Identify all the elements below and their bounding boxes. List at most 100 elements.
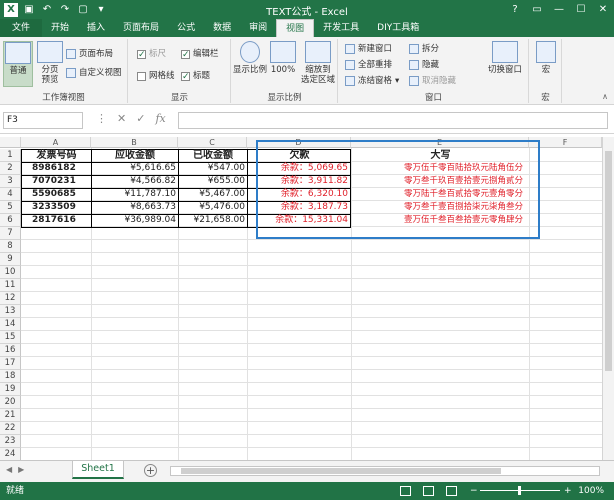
row-header[interactable]: 11 bbox=[0, 279, 21, 292]
select-all-corner[interactable] bbox=[0, 137, 21, 148]
hide-button[interactable]: 隐藏 bbox=[409, 58, 439, 72]
row-header[interactable]: 9 bbox=[0, 253, 21, 266]
ruler-checkbox[interactable]: 标尺 bbox=[137, 47, 166, 62]
switch-windows-button[interactable]: 切换窗口 bbox=[483, 41, 527, 75]
column-header-c[interactable]: C bbox=[178, 137, 247, 148]
page-layout-view-icon[interactable] bbox=[423, 486, 434, 496]
zoom-in-button[interactable]: + bbox=[564, 482, 572, 500]
normal-view-button[interactable]: 普通 bbox=[3, 41, 33, 87]
cell-invoice-no[interactable]: 3233509 bbox=[22, 201, 91, 214]
tab-developer[interactable]: 开发工具 bbox=[314, 19, 368, 37]
close-icon[interactable]: ✕ bbox=[592, 0, 614, 19]
row-header[interactable]: 22 bbox=[0, 422, 21, 435]
row-header[interactable]: 10 bbox=[0, 266, 21, 279]
add-sheet-button[interactable]: + bbox=[144, 464, 157, 477]
column-header-b[interactable]: B bbox=[91, 137, 178, 148]
dropdown-icon[interactable]: ▾ bbox=[94, 3, 108, 17]
enter-icon[interactable]: ✓ bbox=[136, 112, 145, 125]
sheet-nav-arrows[interactable]: ◀▶ bbox=[6, 465, 30, 474]
cell-invoice-no[interactable]: 8986182 bbox=[22, 162, 91, 175]
cell-receivable[interactable]: ¥5,616.65 bbox=[92, 162, 178, 175]
cell-received[interactable]: ¥655.00 bbox=[179, 175, 247, 188]
cell-received[interactable]: ¥5,467.00 bbox=[179, 188, 247, 201]
zoom-to-selection-button[interactable]: 缩放到 选定区域 bbox=[298, 41, 338, 85]
custom-views-button[interactable]: 自定义视图 bbox=[66, 66, 122, 80]
name-box[interactable]: F3 bbox=[3, 112, 83, 129]
row-header[interactable]: 13 bbox=[0, 305, 21, 318]
row-header[interactable]: 8 bbox=[0, 240, 21, 253]
unhide-button[interactable]: 取消隐藏 bbox=[409, 74, 456, 88]
tab-view[interactable]: 视图 bbox=[276, 19, 315, 37]
zoom-button[interactable]: 显示比例 bbox=[232, 41, 268, 75]
zoom-100-button[interactable]: 100% bbox=[270, 41, 296, 75]
cell-receivable[interactable]: ¥36,989.04 bbox=[92, 214, 178, 227]
column-header-a[interactable]: A bbox=[21, 137, 91, 148]
cell-invoice-no[interactable]: 5590685 bbox=[22, 188, 91, 201]
cell-received[interactable]: ¥21,658.00 bbox=[179, 214, 247, 227]
cell-invoice-no[interactable]: 7070231 bbox=[22, 175, 91, 188]
row-header[interactable]: 1 bbox=[0, 149, 21, 162]
tab-data[interactable]: 数据 bbox=[204, 19, 240, 37]
arrange-all-button[interactable]: 全部重排 bbox=[345, 58, 392, 72]
tab-page-layout[interactable]: 页面布局 bbox=[114, 19, 168, 37]
row-header[interactable]: 14 bbox=[0, 318, 21, 331]
row-header[interactable]: 7 bbox=[0, 227, 21, 240]
undo-icon[interactable]: ↶ bbox=[40, 3, 54, 17]
zoom-slider[interactable] bbox=[480, 486, 560, 495]
zoom-out-button[interactable]: − bbox=[470, 482, 478, 500]
freeze-panes-button[interactable]: 冻结窗格 ▾ bbox=[345, 74, 399, 88]
row-header[interactable]: 6 bbox=[0, 214, 21, 227]
cancel-icon[interactable]: ✕ bbox=[117, 112, 126, 125]
row-header[interactable]: 3 bbox=[0, 175, 21, 188]
scroll-thumb[interactable] bbox=[605, 151, 612, 371]
row-header[interactable]: 17 bbox=[0, 357, 21, 370]
collapse-ribbon-icon[interactable]: ∧ bbox=[602, 92, 608, 101]
page-break-preview-button[interactable]: 分页 预览 bbox=[36, 41, 64, 85]
row-header[interactable]: 19 bbox=[0, 383, 21, 396]
minimize-icon[interactable]: — bbox=[548, 0, 570, 19]
tab-insert[interactable]: 插入 bbox=[78, 19, 114, 37]
gridlines-checkbox[interactable]: 网格线 bbox=[137, 69, 175, 83]
row-header[interactable]: 21 bbox=[0, 409, 21, 422]
header-receivable[interactable]: 应收金额 bbox=[92, 149, 178, 162]
tab-file[interactable]: 文件 bbox=[0, 19, 43, 37]
row-header[interactable]: 2 bbox=[0, 162, 21, 175]
horizontal-scrollbar[interactable] bbox=[170, 466, 600, 476]
headings-checkbox[interactable]: 标题 bbox=[181, 69, 210, 84]
insert-function-icon[interactable]: fx bbox=[155, 112, 165, 125]
row-header[interactable]: 12 bbox=[0, 292, 21, 305]
save-icon[interactable]: ▣ bbox=[22, 3, 36, 17]
row-header[interactable]: 15 bbox=[0, 331, 21, 344]
tab-home[interactable]: 开始 bbox=[42, 19, 78, 37]
cell-receivable[interactable]: ¥4,566.82 bbox=[92, 175, 178, 188]
row-header[interactable]: 23 bbox=[0, 435, 21, 448]
cell-receivable[interactable]: ¥8,663.73 bbox=[92, 201, 178, 214]
row-header[interactable]: 5 bbox=[0, 201, 21, 214]
tab-review[interactable]: 审阅 bbox=[240, 19, 276, 37]
zoom-percent[interactable]: 100% bbox=[578, 482, 604, 500]
row-header[interactable]: 4 bbox=[0, 188, 21, 201]
cell-received[interactable]: ¥547.00 bbox=[179, 162, 247, 175]
new-window-button[interactable]: 新建窗口 bbox=[345, 42, 392, 56]
formula-bar-checkbox[interactable]: 编辑栏 bbox=[181, 47, 219, 62]
formula-input[interactable] bbox=[178, 112, 608, 129]
cell-invoice-no[interactable]: 2817616 bbox=[22, 214, 91, 227]
tab-diy-toolbox[interactable]: DIY工具箱 bbox=[368, 19, 428, 37]
redo-icon[interactable]: ↷ bbox=[58, 3, 72, 17]
normal-view-icon[interactable] bbox=[400, 486, 411, 496]
cell-receivable[interactable]: ¥11,787.10 bbox=[92, 188, 178, 201]
tab-formulas[interactable]: 公式 bbox=[168, 19, 204, 37]
header-received[interactable]: 已收金额 bbox=[179, 149, 247, 162]
row-header[interactable]: 18 bbox=[0, 370, 21, 383]
vertical-scrollbar[interactable] bbox=[602, 137, 614, 460]
row-header[interactable]: 20 bbox=[0, 396, 21, 409]
ribbon-display-icon[interactable]: ▭ bbox=[526, 0, 548, 19]
row-header[interactable]: 16 bbox=[0, 344, 21, 357]
page-break-view-icon[interactable] bbox=[446, 486, 457, 496]
scroll-thumb[interactable] bbox=[181, 468, 501, 474]
header-invoice-no[interactable]: 发票号码 bbox=[22, 149, 91, 162]
macros-button[interactable]: 宏 bbox=[533, 41, 559, 75]
maximize-icon[interactable]: ☐ bbox=[570, 0, 592, 19]
page-layout-button[interactable]: 页面布局 bbox=[66, 47, 113, 61]
split-button[interactable]: 拆分 bbox=[409, 42, 439, 56]
